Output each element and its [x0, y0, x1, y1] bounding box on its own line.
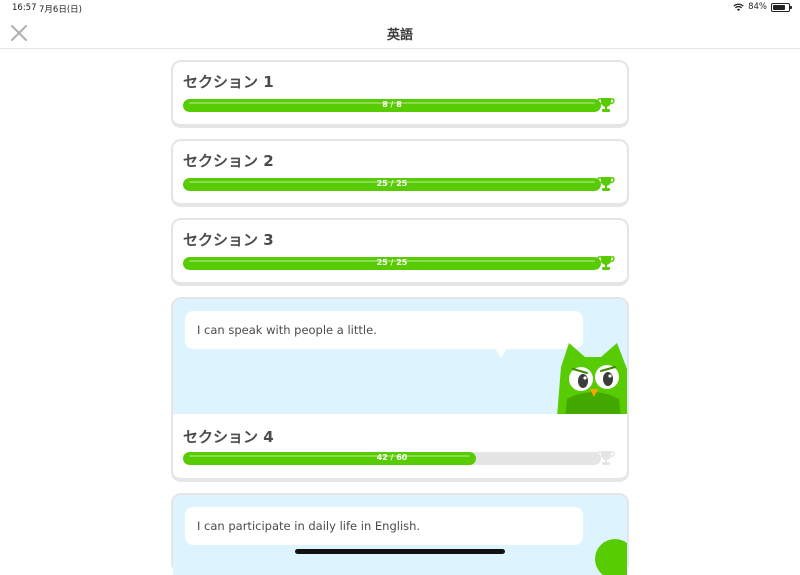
- trophy-icon: [597, 256, 615, 270]
- speech-bubble: I can participate in daily life in Engli…: [185, 507, 583, 545]
- section-title: セクション 1: [183, 73, 274, 91]
- battery-percent: 84%: [748, 2, 767, 12]
- wifi-icon: [733, 3, 744, 11]
- progress-bar: 42 / 60: [183, 452, 601, 465]
- section-card-4[interactable]: I can speak with people a little. セクション …: [171, 297, 629, 482]
- section-title: セクション 2: [183, 152, 274, 170]
- speech-bubble: I can speak with people a little.: [185, 311, 583, 349]
- progress-label: 25 / 25: [376, 179, 408, 188]
- trophy-icon: [597, 98, 615, 112]
- section-card-1[interactable]: セクション 1 8 / 8: [171, 60, 629, 128]
- section-card-5[interactable]: I can participate in daily life in Engli…: [171, 493, 629, 575]
- status-time: 16:57: [12, 3, 37, 13]
- progress-label: 42 / 60: [376, 453, 408, 462]
- speech-bubble-tail: [495, 348, 507, 358]
- status-right: 84%: [733, 2, 792, 12]
- home-indicator[interactable]: [295, 549, 505, 554]
- progress-bar: 8 / 8: [183, 99, 601, 112]
- owl-mascot: [595, 539, 627, 575]
- nav-bar: 英語: [0, 16, 800, 49]
- status-date: 7月6日(日): [39, 5, 82, 15]
- trophy-icon: [597, 177, 615, 191]
- trophy-icon: [597, 451, 615, 465]
- section-title: セクション 3: [183, 231, 274, 249]
- progress-label: 8 / 8: [382, 100, 402, 109]
- page-title: 英語: [386, 28, 413, 43]
- status-bar: 16:57 7月6日(日) 84%: [0, 0, 800, 16]
- progress-label: 25 / 25: [376, 258, 408, 267]
- battery-icon: [771, 2, 792, 12]
- owl-mascot: [557, 343, 627, 414]
- progress-bar: 25 / 25: [183, 178, 601, 191]
- section-title: セクション 4: [183, 428, 274, 446]
- progress-bar: 25 / 25: [183, 257, 601, 270]
- section-card-2[interactable]: セクション 2 25 / 25: [171, 139, 629, 207]
- section-promo: I can participate in daily life in Engli…: [173, 495, 627, 575]
- section-card-3[interactable]: セクション 3 25 / 25: [171, 218, 629, 286]
- section-promo: I can speak with people a little.: [173, 299, 627, 414]
